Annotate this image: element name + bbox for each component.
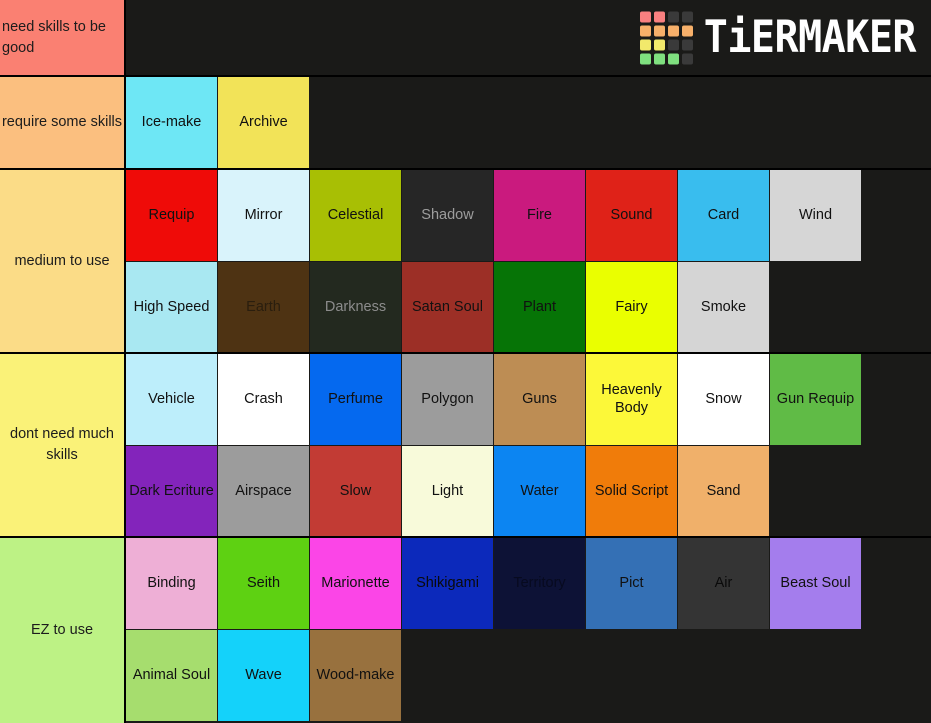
- tier-item[interactable]: Satan Soul: [402, 262, 493, 352]
- tier-item[interactable]: Water: [494, 446, 585, 536]
- tier-row: EZ to use Binding Seith Marionette Shikigam…: [0, 538, 931, 723]
- tier-list-board: need skills to be good TiERMAKER require…: [0, 0, 931, 723]
- tier-item[interactable]: Seith: [218, 538, 309, 629]
- tier-items-3[interactable]: Vehicle Crash Perfume Polygon Guns Heavenly B…: [126, 354, 931, 536]
- tier-item[interactable]: Binding: [126, 538, 217, 629]
- tier-label-1[interactable]: require some skills: [0, 77, 126, 168]
- tier-item[interactable]: Plant: [494, 262, 585, 352]
- tier-item[interactable]: Sand: [678, 446, 769, 536]
- logo-cell: [681, 53, 693, 64]
- logo-cell: [681, 39, 693, 50]
- tier-item[interactable]: Slow: [310, 446, 401, 536]
- logo-cell: [653, 11, 665, 22]
- logo-cell: [667, 11, 679, 22]
- logo-cell: [667, 53, 679, 64]
- tier-item[interactable]: Wood-make: [310, 630, 401, 721]
- tier-row: medium to use Requip Mirror Celestial Shado…: [0, 170, 931, 354]
- logo-cell: [639, 25, 651, 36]
- logo-cell: [639, 11, 651, 22]
- tier-item[interactable]: Fire: [494, 170, 585, 261]
- tier-item[interactable]: Earth: [218, 262, 309, 352]
- tier-item[interactable]: Marionette: [310, 538, 401, 629]
- tier-item[interactable]: Mirror: [218, 170, 309, 261]
- tier-item[interactable]: Gun Requip: [770, 354, 861, 445]
- tier-item[interactable]: Polygon: [402, 354, 493, 445]
- tier-label-2[interactable]: medium to use: [0, 170, 126, 352]
- logo-cell: [639, 39, 651, 50]
- logo-cell: [667, 25, 679, 36]
- tier-item[interactable]: Beast Soul: [770, 538, 861, 629]
- tier-item[interactable]: Shikigami: [402, 538, 493, 629]
- tier-items-4[interactable]: Binding Seith Marionette Shikigami Territory…: [126, 538, 931, 723]
- tier-item[interactable]: Card: [678, 170, 769, 261]
- tier-item[interactable]: Light: [402, 446, 493, 536]
- tier-item[interactable]: Wind: [770, 170, 861, 261]
- tier-item[interactable]: Crash: [218, 354, 309, 445]
- tier-item[interactable]: Archive: [218, 77, 309, 168]
- logo-cell: [653, 25, 665, 36]
- logo-cell: [653, 39, 665, 50]
- tier-item[interactable]: Airspace: [218, 446, 309, 536]
- tier-row: require some skills Ice-make Archive: [0, 77, 931, 170]
- tier-item[interactable]: Ice-make: [126, 77, 217, 168]
- tier-item[interactable]: Solid Script: [586, 446, 677, 536]
- logo-cell: [653, 53, 665, 64]
- logo-cell: [681, 11, 693, 22]
- tier-label-0[interactable]: need skills to be good: [0, 0, 126, 75]
- logo-cell: [667, 39, 679, 50]
- tier-items-2[interactable]: Requip Mirror Celestial Shadow Fire Sound Card…: [126, 170, 931, 352]
- tier-item[interactable]: Vehicle: [126, 354, 217, 445]
- tiermaker-logo: TiERMAKER: [639, 11, 917, 64]
- tier-item[interactable]: Shadow: [402, 170, 493, 261]
- tier-item[interactable]: Territory: [494, 538, 585, 629]
- tier-item[interactable]: Animal Soul: [126, 630, 217, 721]
- tier-label-4[interactable]: EZ to use: [0, 538, 126, 723]
- tier-item[interactable]: Air: [678, 538, 769, 629]
- tier-item[interactable]: Celestial: [310, 170, 401, 261]
- tier-row: need skills to be good TiERMAKER: [0, 0, 931, 77]
- tier-item[interactable]: Perfume: [310, 354, 401, 445]
- logo-cell: [681, 25, 693, 36]
- logo-cell: [639, 53, 651, 64]
- tier-item[interactable]: Fairy: [586, 262, 677, 352]
- tier-item[interactable]: Dark Ecriture: [126, 446, 217, 536]
- tier-item[interactable]: Sound: [586, 170, 677, 261]
- logo-wordmark: TiERMAKER: [703, 11, 917, 64]
- tier-items-0[interactable]: TiERMAKER: [126, 0, 931, 75]
- tier-item[interactable]: Darkness: [310, 262, 401, 352]
- tier-item[interactable]: Snow: [678, 354, 769, 445]
- tier-item[interactable]: Smoke: [678, 262, 769, 352]
- tier-item[interactable]: Guns: [494, 354, 585, 445]
- tier-item[interactable]: Requip: [126, 170, 217, 261]
- tier-item[interactable]: Wave: [218, 630, 309, 721]
- logo-grid-icon: [639, 11, 693, 64]
- tier-item[interactable]: Pict: [586, 538, 677, 629]
- tier-items-1[interactable]: Ice-make Archive: [126, 77, 931, 168]
- tier-item[interactable]: High Speed: [126, 262, 217, 352]
- tier-label-3[interactable]: dont need much skills: [0, 354, 126, 536]
- tier-item[interactable]: Heavenly Body: [586, 354, 677, 445]
- tier-row: dont need much skills Vehicle Crash Perfum…: [0, 354, 931, 538]
